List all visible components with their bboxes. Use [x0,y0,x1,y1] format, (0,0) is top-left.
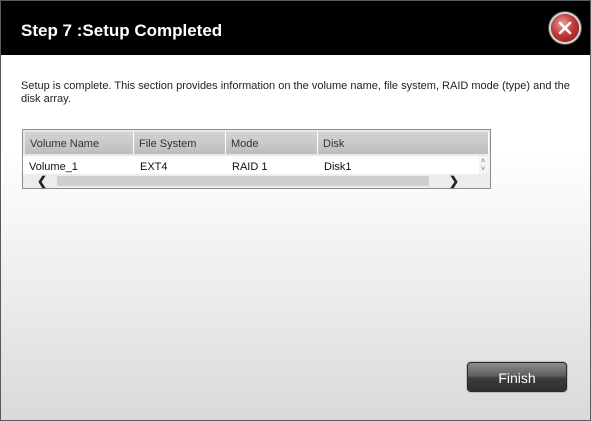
dialog-title: Step 7 :Setup Completed [21,21,223,40]
cell-disk: Disk1 [324,161,352,173]
cell-file-system: EXT4 [140,161,168,173]
column-header-volume-name[interactable]: Volume Name [25,132,134,154]
volume-grid: Volume Name File System Mode Disk Volume… [22,129,491,189]
arrow-up-icon[interactable]: ˄ [481,158,485,166]
cell-volume-name: Volume_1 [29,161,78,173]
scroll-thumb[interactable] [57,176,429,186]
setup-dialog: Step 7 :Setup Completed Setup is complet… [0,0,591,421]
chevron-left-icon[interactable]: ❮ [35,174,49,188]
close-icon [558,21,572,35]
table-row[interactable]: Volume_1 EXT4 RAID 1 Disk1 [23,156,479,176]
column-header-disk[interactable]: Disk [318,132,489,154]
vertical-scrollbar[interactable]: ˄ ˅ [479,156,490,176]
finish-button[interactable]: Finish [467,362,567,392]
grid-header: Volume Name File System Mode Disk [23,130,490,156]
column-header-mode[interactable]: Mode [226,132,318,154]
title-bar: Step 7 :Setup Completed [1,1,590,55]
horizontal-scrollbar[interactable]: ❮ ❯ [23,174,490,188]
column-header-file-system[interactable]: File System [134,132,226,154]
cell-mode: RAID 1 [232,161,268,173]
arrow-down-icon[interactable]: ˅ [481,166,485,174]
close-button[interactable] [551,14,579,42]
setup-description: Setup is complete. This section provides… [21,80,570,105]
chevron-right-icon[interactable]: ❯ [447,174,461,188]
